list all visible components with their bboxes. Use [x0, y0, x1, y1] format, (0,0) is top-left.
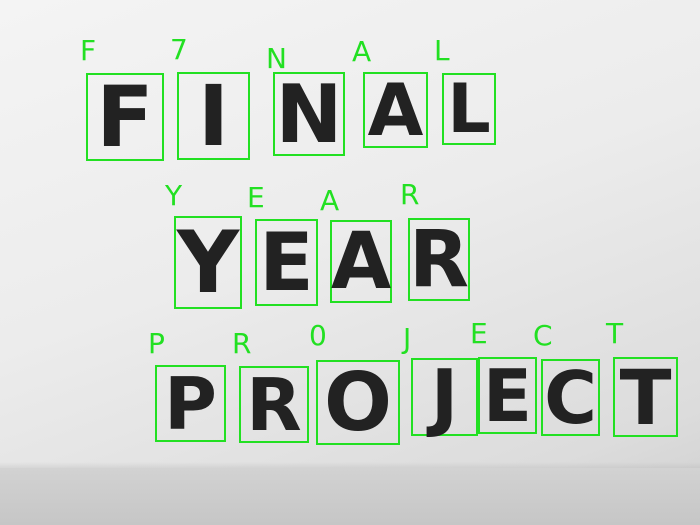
predicted-label: E [470, 317, 488, 350]
handwritten-letter: C [544, 355, 597, 440]
predicted-label: R [232, 327, 252, 360]
predicted-label: 0 [309, 319, 327, 352]
predicted-label: R [400, 178, 420, 211]
predicted-label: E [247, 181, 265, 214]
letter-box: P [155, 361, 226, 446]
handwritten-letter: L [447, 69, 491, 149]
predicted-label: Y [165, 179, 183, 212]
letter-box: A [330, 216, 392, 307]
predicted-label: N [266, 42, 287, 75]
photo-scene: F F I 7 N N A A L L Y Y E E A A R R P P … [0, 0, 700, 525]
predicted-label: T [606, 317, 624, 350]
letter-box: T [613, 352, 678, 442]
handwritten-letter: N [275, 67, 343, 161]
predicted-label: J [403, 322, 412, 355]
letter-box: C [541, 355, 600, 440]
letter-box: E [255, 216, 318, 309]
letter-box: N [273, 67, 345, 161]
handwritten-letter: R [408, 214, 470, 305]
handwritten-letter: Y [176, 212, 240, 313]
handwritten-letter: I [197, 67, 230, 165]
letter-box: E [478, 353, 537, 438]
handwritten-letter: F [96, 68, 154, 166]
handwritten-letter: A [367, 68, 424, 152]
predicted-label: A [352, 35, 372, 68]
letter-box: I [177, 67, 250, 165]
predicted-label: C [533, 319, 553, 352]
letter-box: O [316, 356, 400, 449]
table-surface [0, 468, 700, 525]
predicted-label: F [80, 34, 97, 67]
handwritten-letter: J [430, 354, 459, 440]
handwritten-letter: O [323, 356, 392, 449]
handwritten-letter: A [330, 216, 392, 307]
letter-box: A [363, 68, 428, 152]
predicted-label: A [320, 184, 340, 217]
letter-box: R [239, 362, 309, 447]
handwritten-letter: E [259, 216, 314, 309]
handwritten-letter: T [619, 352, 672, 442]
letter-box: J [411, 354, 478, 440]
letter-box: L [442, 69, 496, 149]
predicted-label: L [434, 34, 450, 67]
handwritten-letter: P [164, 361, 217, 446]
predicted-label: 7 [170, 33, 188, 66]
handwritten-letter: R [246, 362, 302, 447]
letter-box: Y [174, 212, 242, 313]
predicted-label: P [148, 327, 165, 360]
letter-box: R [408, 214, 470, 305]
handwritten-letter: E [482, 353, 533, 438]
letter-box: F [86, 68, 164, 166]
